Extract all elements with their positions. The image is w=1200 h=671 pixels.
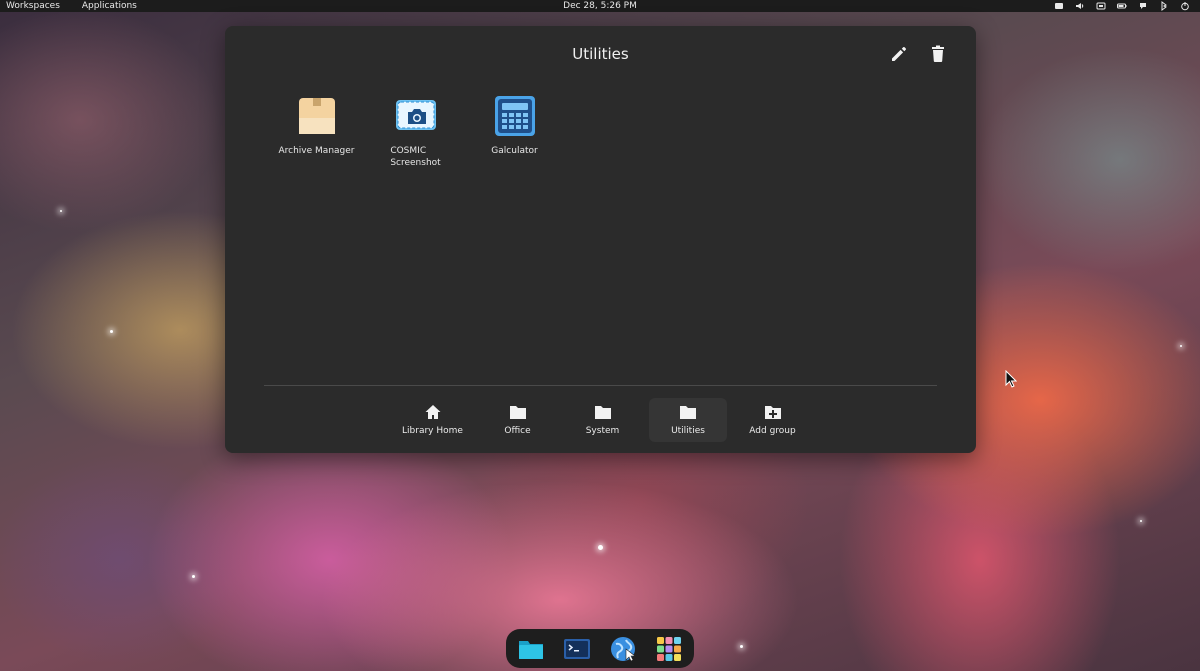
app-cosmic-screenshot[interactable]: COSMIC Screenshot [366, 94, 465, 169]
star [192, 575, 195, 578]
volume-icon[interactable] [1075, 1, 1085, 11]
group-library-home[interactable]: Library Home [390, 398, 475, 442]
group-utilities[interactable]: Utilities [649, 398, 727, 442]
system-tray [1054, 0, 1190, 12]
top-panel: Workspaces Applications Dec 28, 5:26 PM [0, 0, 1200, 12]
add-folder-icon [764, 406, 781, 419]
files-icon[interactable] [517, 635, 545, 663]
clock[interactable]: Dec 28, 5:26 PM [563, 1, 637, 11]
pencil-icon [892, 47, 906, 61]
edit-group-button[interactable] [888, 43, 910, 65]
divider [264, 385, 937, 386]
browser-icon[interactable] [609, 635, 637, 663]
mouse-cursor-icon [1005, 370, 1017, 388]
app-label: COSMIC Screenshot [390, 146, 441, 168]
app-label: Galculator [491, 146, 538, 156]
app-grid: Archive Manager COSMIC Screenshot Galcul… [267, 94, 564, 169]
group-label: Add group [749, 426, 796, 436]
power-icon[interactable] [1180, 1, 1190, 11]
group-label: Utilities [671, 426, 705, 436]
home-icon [425, 405, 440, 419]
star [60, 210, 62, 212]
terminal-icon[interactable] [563, 635, 591, 663]
app-library-window: Utilities Archive Manager COSMIC Screens… [225, 26, 976, 453]
notification-icon[interactable] [1054, 1, 1064, 11]
app-galculator[interactable]: Galculator [465, 94, 564, 169]
app-label: Archive Manager [278, 146, 355, 156]
folder-icon [594, 406, 611, 419]
group-label: System [585, 426, 620, 436]
app-archive-manager[interactable]: Archive Manager [267, 94, 366, 169]
dock [506, 629, 694, 668]
battery-icon[interactable] [1117, 1, 1127, 11]
group-label: Office [504, 426, 531, 436]
app-library-icon[interactable] [655, 635, 683, 663]
star [1140, 520, 1142, 522]
folder-icon [680, 406, 696, 419]
star [110, 330, 113, 333]
applications-button[interactable]: Applications [76, 0, 143, 12]
group-bar: Library Home Office System Utilities Add… [390, 398, 815, 442]
workspaces-button[interactable]: Workspaces [0, 0, 66, 12]
group-office[interactable]: Office [475, 398, 560, 442]
star [740, 645, 743, 648]
star [598, 545, 603, 550]
screenshot-icon [394, 94, 438, 138]
archive-icon [295, 94, 339, 138]
bluetooth-icon[interactable] [1138, 1, 1148, 11]
network-icon[interactable] [1096, 1, 1106, 11]
add-group-button[interactable]: Add group [730, 398, 815, 442]
group-system[interactable]: System [560, 398, 645, 442]
calculator-icon [493, 94, 537, 138]
star [1180, 345, 1182, 347]
delete-group-button[interactable] [927, 43, 949, 65]
trash-icon [932, 45, 944, 62]
group-title: Utilities [572, 45, 629, 63]
folder-icon [509, 406, 526, 419]
chat-icon[interactable] [1159, 1, 1169, 11]
group-label: Library Home [402, 426, 463, 436]
